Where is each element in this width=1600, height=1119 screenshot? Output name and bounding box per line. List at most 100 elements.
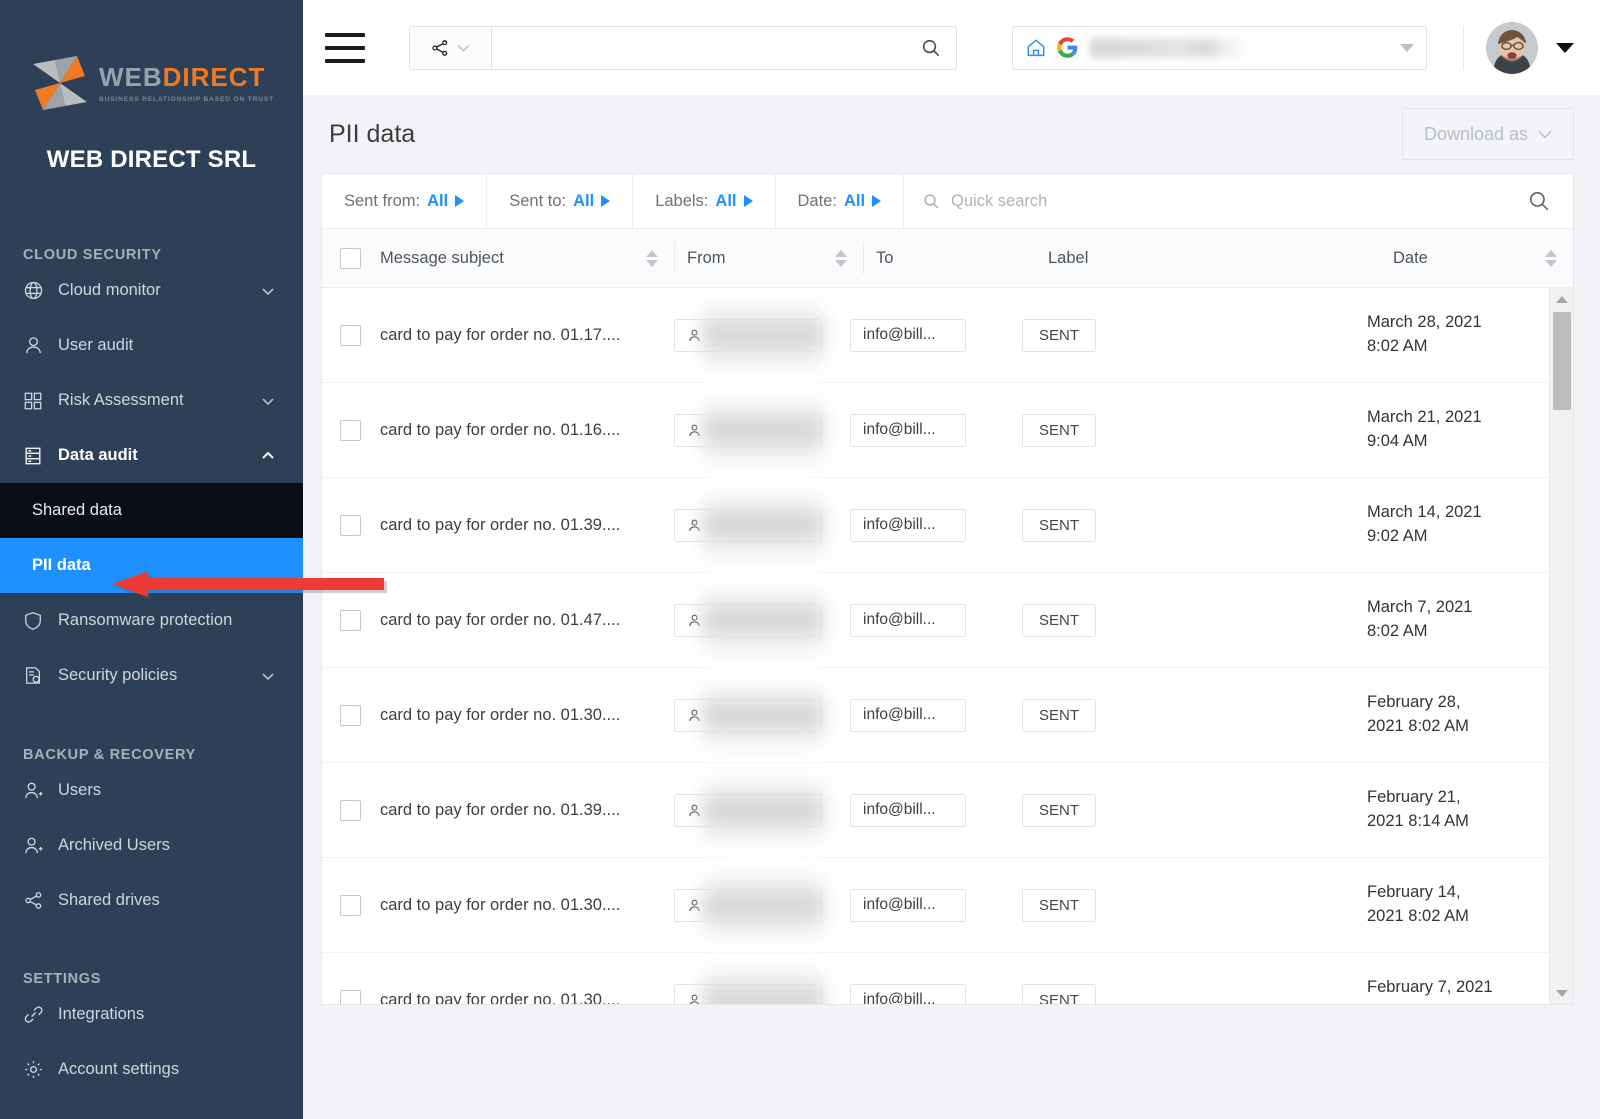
sidebar-item-user-audit[interactable]: User audit xyxy=(0,318,303,373)
hamburger-icon[interactable] xyxy=(325,33,365,63)
select-all-checkbox[interactable] xyxy=(340,248,361,269)
date-line-2: 2021 8:02 AM xyxy=(1367,905,1469,929)
search-icon[interactable] xyxy=(920,37,942,59)
sort-toggle-date[interactable] xyxy=(1545,250,1559,267)
to-chip[interactable]: info@bill... xyxy=(850,699,966,732)
chevron-down-icon[interactable] xyxy=(1400,44,1414,52)
scroll-up-button[interactable] xyxy=(1550,290,1573,308)
sidebar-item-label: Data audit xyxy=(58,446,261,465)
row-checkbox[interactable] xyxy=(340,990,361,1005)
sidebar-item-security-policies[interactable]: Security policies xyxy=(0,648,303,703)
status-badge[interactable]: SENT xyxy=(1022,889,1096,922)
download-as-button[interactable]: Download as xyxy=(1402,108,1574,160)
filter-sent-to[interactable]: Sent to: All xyxy=(487,174,633,228)
to-chip[interactable]: info@bill... xyxy=(850,509,966,542)
column-header-subject[interactable]: Message subject xyxy=(378,249,674,268)
table-scrollbar[interactable] xyxy=(1549,288,1573,1004)
page-title: PII data xyxy=(329,120,415,149)
sidebar-item-risk-assessment[interactable]: Risk Assessment xyxy=(0,373,303,428)
divider xyxy=(674,242,675,274)
filter-date[interactable]: Date: All xyxy=(776,174,905,228)
users-add-icon xyxy=(23,780,49,802)
table-row[interactable]: card to pay for order no. 01.47....info@… xyxy=(322,573,1573,668)
from-chip[interactable] xyxy=(674,889,822,922)
status-badge[interactable]: SENT xyxy=(1022,794,1096,827)
sidebar-item-data-audit[interactable]: Data audit xyxy=(0,428,303,483)
share-nodes-icon xyxy=(430,38,450,58)
row-checkbox[interactable] xyxy=(340,325,361,346)
search-icon[interactable] xyxy=(1527,189,1551,213)
from-chip[interactable] xyxy=(674,984,822,1005)
sort-toggle-subject[interactable] xyxy=(646,250,660,267)
column-header-from[interactable]: From xyxy=(687,249,863,268)
search-scope-selector[interactable] xyxy=(410,27,492,69)
status-badge[interactable]: SENT xyxy=(1022,509,1096,542)
table-row[interactable]: card to pay for order no. 01.16....info@… xyxy=(322,383,1573,478)
filter-bar: Sent from: All Sent to: All Labels: All xyxy=(322,174,1573,229)
grid-icon xyxy=(23,390,49,412)
row-checkbox[interactable] xyxy=(340,610,361,631)
row-checkbox[interactable] xyxy=(340,515,361,536)
cell-from xyxy=(674,509,850,542)
from-chip[interactable] xyxy=(674,319,822,352)
table-row[interactable]: card to pay for order no. 01.39.... info@… xyxy=(322,763,1573,858)
chevron-down-icon[interactable] xyxy=(1556,43,1574,53)
from-chip[interactable] xyxy=(674,699,822,732)
cell-from xyxy=(674,889,850,922)
column-header-date[interactable]: Date xyxy=(1393,249,1573,268)
to-chip[interactable]: info@bill... xyxy=(850,794,966,827)
to-chip[interactable]: info@bill... xyxy=(850,889,966,922)
row-checkbox[interactable] xyxy=(340,705,361,726)
from-chip[interactable] xyxy=(674,414,822,447)
date-line-1: March 7, 2021 xyxy=(1367,596,1472,620)
sidebar-item-integrations[interactable]: Integrations xyxy=(0,987,303,1042)
subject-text: card to pay for order no. 01.39.... xyxy=(380,516,620,535)
to-chip[interactable]: info@bill... xyxy=(850,414,966,447)
table-row[interactable]: card to pay for order no. 01.30....info@… xyxy=(322,858,1573,953)
globe-icon xyxy=(23,280,49,302)
sidebar-subitem-shared-data[interactable]: Shared data xyxy=(0,483,303,538)
date-line-1: March 21, 2021 xyxy=(1367,406,1482,430)
sidebar-subitem-pii-data[interactable]: PII data xyxy=(0,538,303,593)
to-chip[interactable]: info@bill... xyxy=(850,984,966,1005)
quick-search-input[interactable] xyxy=(951,192,1517,211)
sidebar-item-users[interactable]: Users xyxy=(0,763,303,818)
avatar[interactable] xyxy=(1486,22,1538,74)
status-badge[interactable]: SENT xyxy=(1022,414,1096,447)
filter-sent-from[interactable]: Sent from: All xyxy=(322,174,487,228)
sort-toggle-from[interactable] xyxy=(835,250,849,267)
cell-date: March 28, 20218:02 AM xyxy=(1367,311,1573,359)
table-row[interactable]: card to pay for order no. 01.39.... info@… xyxy=(322,478,1573,573)
cell-subject: card to pay for order no. 01.39.... xyxy=(378,801,674,820)
filter-labels[interactable]: Labels: All xyxy=(633,174,775,228)
sidebar-item-cloud-monitor[interactable]: Cloud monitor xyxy=(0,263,303,318)
sidebar-item-shared-drives[interactable]: Shared drives xyxy=(0,873,303,928)
date-line-2: 2021 8:14 AM xyxy=(1367,810,1469,834)
sidebar-item-archived-users[interactable]: Archived Users xyxy=(0,818,303,873)
sidebar-item-account-settings[interactable]: Account settings xyxy=(0,1042,303,1097)
row-checkbox[interactable] xyxy=(340,895,361,916)
from-chip[interactable] xyxy=(674,509,822,542)
domain-selector[interactable] xyxy=(1012,26,1427,70)
to-value: info@bill... xyxy=(863,706,936,724)
cell-subject: card to pay for order no. 01.30.... xyxy=(378,706,674,725)
from-chip[interactable] xyxy=(674,604,822,637)
to-chip[interactable]: info@bill... xyxy=(850,604,966,637)
scroll-down-button[interactable] xyxy=(1550,984,1573,1002)
search-input[interactable] xyxy=(506,39,920,56)
table-row[interactable]: card to pay for order no. 01.17....info@… xyxy=(322,288,1573,383)
from-chip[interactable] xyxy=(674,794,822,827)
sidebar-item-ransomware-protection[interactable]: Ransomware protection xyxy=(0,593,303,648)
row-checkbox[interactable] xyxy=(340,420,361,441)
status-badge[interactable]: SENT xyxy=(1022,984,1096,1005)
gear-icon xyxy=(23,1059,49,1081)
status-badge[interactable]: SENT xyxy=(1022,319,1096,352)
row-checkbox[interactable] xyxy=(340,800,361,821)
table-row[interactable]: card to pay for order no. 01.30.... info@… xyxy=(322,668,1573,763)
table-row[interactable]: card to pay for order no. 01.30....info@… xyxy=(322,953,1573,1004)
status-badge[interactable]: SENT xyxy=(1022,604,1096,637)
status-badge[interactable]: SENT xyxy=(1022,699,1096,732)
scrollbar-thumb[interactable] xyxy=(1553,312,1571,410)
to-chip[interactable]: info@bill... xyxy=(850,319,966,352)
global-search-field[interactable] xyxy=(492,27,956,69)
